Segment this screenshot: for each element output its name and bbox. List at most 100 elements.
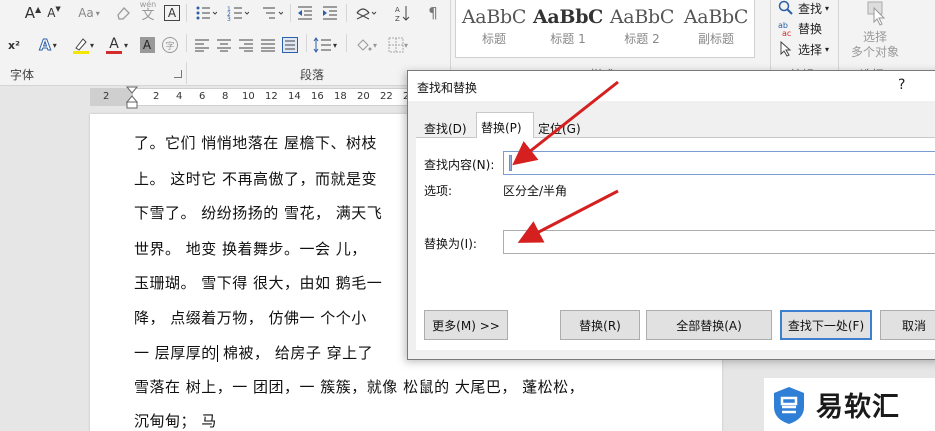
char-shading-button[interactable]: A — [138, 34, 156, 56]
replace-button[interactable]: 替换(R) — [560, 310, 640, 340]
dialog-titlebar[interactable]: 查找和替换 — [408, 71, 935, 101]
font-dialog-launcher[interactable] — [174, 70, 182, 78]
document-line: 上。 这时它 不再高傲了，而就是变 — [134, 170, 378, 188]
change-case-button[interactable]: Aa ▾ — [74, 2, 104, 24]
replace-with-label: 替换为(I): — [424, 237, 477, 251]
char-border-icon: A — [164, 5, 180, 21]
superscript-icon: x² — [8, 38, 20, 52]
shrink-font-button[interactable]: A ▼ — [46, 2, 62, 24]
more-button[interactable]: 更多(M) >> — [424, 310, 508, 340]
align-center-button[interactable] — [214, 34, 234, 56]
borders-icon — [388, 37, 404, 53]
replace-with-input[interactable] — [503, 230, 935, 254]
style-title[interactable]: AaBbC 标题 — [458, 4, 530, 54]
paragraph-group-label: 段落 — [300, 68, 325, 82]
ruler-number: 6 — [199, 91, 206, 102]
bullets-button[interactable] — [192, 2, 220, 24]
options-value: 区分全/半角 — [503, 184, 568, 198]
asian-layout-button[interactable] — [352, 2, 380, 24]
ruler-number: 10 — [242, 91, 255, 102]
style-preview: AaBbC — [532, 6, 604, 28]
watermark: 易软汇 — [764, 378, 935, 431]
document-line: 雪落在 树上，一 团团，一 簇簇，就像 松鼠的 大尾巴， 蓬松松， — [134, 378, 585, 396]
distributed-button[interactable] — [280, 34, 300, 56]
select-objects-icon — [867, 1, 886, 26]
find-next-button[interactable]: 查找下一处(F) — [780, 310, 872, 340]
tab-goto[interactable]: 定位(G) — [534, 117, 585, 138]
borders-button[interactable]: ▾ — [384, 34, 412, 56]
increase-indent-button[interactable] — [320, 2, 340, 24]
help-button[interactable]: ? — [898, 77, 905, 93]
document-line: 玉珊瑚。 雪下得 很大，由如 鹅毛一 — [134, 274, 383, 292]
enclose-chars-button[interactable]: 字 — [160, 34, 180, 56]
find-what-input[interactable] — [503, 151, 935, 175]
multilevel-list-icon — [263, 7, 283, 19]
replace-ribbon-button[interactable]: ab ac 替换 — [778, 18, 822, 38]
tab-replace[interactable]: 替换(P) — [476, 112, 534, 138]
replace-all-button[interactable]: 全部替换(A) — [646, 310, 772, 340]
divider — [346, 4, 347, 22]
style-name: 标题 1 — [550, 32, 586, 46]
superscript-button[interactable]: x² — [4, 34, 24, 56]
numbering-button[interactable]: 123 — [224, 2, 252, 24]
align-right-icon — [239, 39, 253, 52]
highlight-button[interactable]: ▾ — [68, 34, 98, 56]
tab-find[interactable]: 查找(D) — [420, 117, 471, 138]
justify-icon — [261, 39, 275, 52]
show-marks-button[interactable]: ¶ — [425, 2, 441, 24]
numbered-list-icon: 123 — [227, 6, 249, 21]
select-label: 选择 — [798, 42, 823, 57]
justify-button[interactable] — [258, 34, 278, 56]
align-center-icon — [217, 39, 231, 52]
decrease-indent-icon — [298, 6, 312, 20]
line-text: 棉被， 给房子 穿上了 — [217, 344, 374, 362]
sort-button[interactable]: AZ — [394, 2, 412, 24]
style-subtitle[interactable]: AaBbC 副标题 — [680, 4, 752, 54]
asian-layout-icon — [356, 8, 377, 20]
select-objects-line2: 多个对象 — [850, 45, 899, 59]
cancel-button[interactable]: 取消 — [880, 310, 935, 340]
enclose-chars-icon: 字 — [162, 37, 178, 53]
align-left-button[interactable] — [192, 34, 212, 56]
phonetic-guide-button[interactable]: wén 文 — [136, 1, 160, 23]
decrease-indent-button[interactable] — [295, 2, 315, 24]
shading-button[interactable]: ▾ — [352, 34, 380, 56]
indent-marker[interactable] — [126, 86, 138, 110]
button-label: 查找下一处(F) — [787, 318, 865, 333]
char-border-button[interactable]: A — [163, 2, 181, 24]
align-right-button[interactable] — [236, 34, 256, 56]
style-name: 标题 2 — [624, 32, 660, 46]
find-what-label: 查找内容(N): — [424, 158, 495, 172]
paint-bucket-icon — [357, 39, 372, 51]
style-heading-1[interactable]: AaBbC 标题 1 — [532, 4, 604, 54]
change-case-icon: Aa — [78, 6, 94, 20]
dialog-title: 查找和替换 — [417, 81, 478, 95]
font-color-button[interactable]: A ▾ — [102, 34, 132, 56]
select-button[interactable]: 选择 ▾ — [778, 39, 829, 59]
grow-font-button[interactable]: A ▲ — [24, 2, 42, 24]
line-spacing-button[interactable]: ▾ — [310, 34, 340, 56]
highlighter-icon — [72, 38, 89, 54]
text-effects-button[interactable]: A ▾ — [34, 34, 62, 56]
replace-icon: abac — [778, 21, 791, 36]
pilcrow-icon: ¶ — [428, 4, 438, 22]
ruler-number: 16 — [311, 91, 324, 102]
ruler-number: 14 — [288, 91, 301, 102]
options-label: 选项: — [424, 184, 453, 198]
search-icon — [778, 0, 793, 15]
grow-font-icon: A — [24, 4, 36, 22]
clear-format-button[interactable] — [114, 2, 132, 24]
select-multiple-objects-button[interactable]: 选择 多个对象 — [844, 0, 906, 62]
font-color-icon: A — [109, 35, 119, 52]
style-heading-2[interactable]: AaBbC 标题 2 — [606, 4, 678, 54]
increase-indent-icon — [323, 6, 337, 20]
document-line: 了。它们 悄悄地落在 屋檐下、树枝 — [134, 134, 378, 152]
divider — [306, 34, 307, 52]
ruler-number: 20 — [357, 91, 370, 102]
find-button[interactable]: 查找 ▾ — [778, 0, 829, 18]
line-spacing-icon — [313, 37, 331, 53]
button-label: 取消 — [901, 318, 926, 333]
style-name: 标题 — [481, 32, 506, 46]
document-line: 世界。 地变 换着舞步。一会 儿， — [134, 240, 367, 258]
multilevel-list-button[interactable] — [258, 2, 286, 24]
